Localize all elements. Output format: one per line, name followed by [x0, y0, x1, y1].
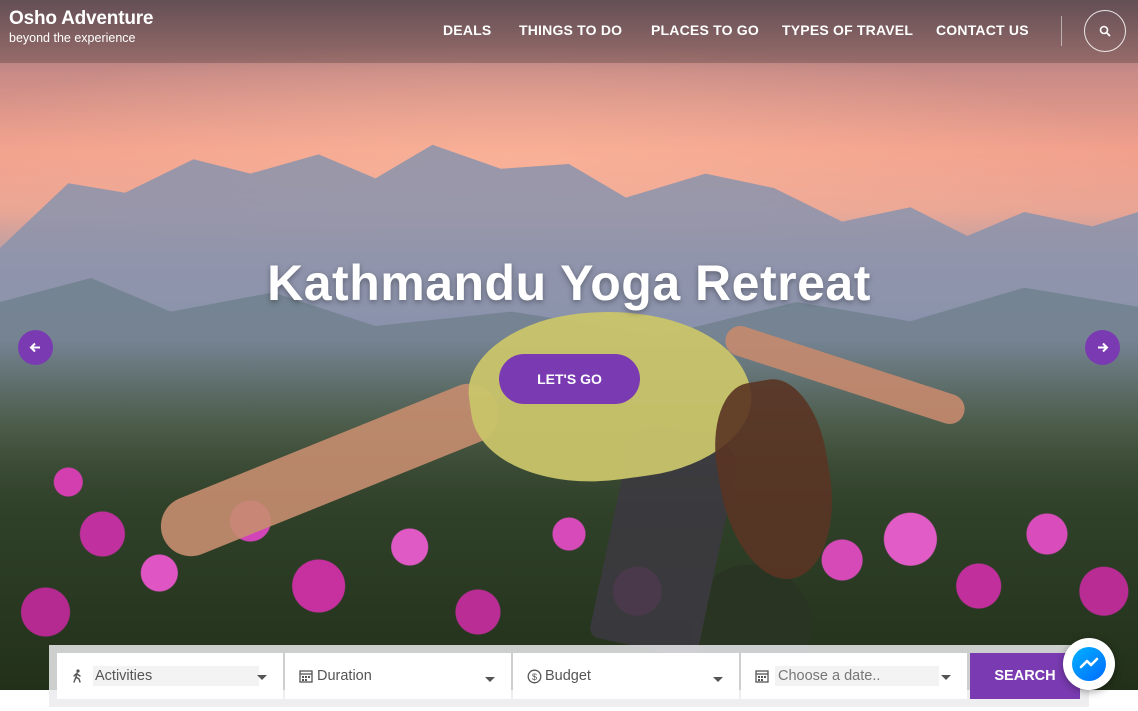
brand-logo[interactable]: Osho Adventure beyond the experience	[9, 8, 153, 45]
messenger-icon	[1079, 657, 1099, 669]
site-header: Osho Adventure beyond the experience DEA…	[0, 0, 1138, 63]
nav-item-deals[interactable]: DEALS	[443, 22, 491, 38]
chevron-down-icon	[485, 677, 495, 682]
date-placeholder: Choose a date..	[778, 668, 881, 684]
svg-text:$: $	[532, 672, 537, 682]
dollar-circle-icon: $	[527, 669, 542, 684]
lets-go-button[interactable]: LET'S GO	[499, 354, 640, 404]
calendar-icon	[299, 670, 313, 683]
slider-prev-button[interactable]	[18, 330, 53, 365]
chevron-down-icon	[257, 675, 267, 680]
brand-name: Osho Adventure	[9, 8, 154, 29]
search-icon	[1099, 25, 1111, 37]
nav-item-things-to-do[interactable]: THINGS TO DO	[519, 22, 622, 38]
duration-select[interactable]: Duration	[285, 653, 511, 699]
nav-item-types-of-travel[interactable]: TYPES OF TRAVEL	[782, 22, 913, 38]
hero-title: Kathmandu Yoga Retreat	[267, 255, 871, 311]
brand-tagline: beyond the experience	[9, 31, 136, 45]
nav-divider	[1061, 16, 1062, 46]
messenger-chat-button[interactable]	[1063, 638, 1115, 690]
activities-label: Activities	[95, 668, 153, 684]
budget-select[interactable]: $ Budget	[513, 653, 739, 699]
hiking-icon	[73, 669, 81, 683]
activities-select[interactable]: Activities	[57, 653, 283, 699]
arrow-left-icon	[29, 342, 40, 353]
nav-item-contact-us[interactable]: CONTACT US	[936, 22, 1029, 38]
budget-label: Budget	[545, 668, 591, 684]
trip-search-bar: Activities Duration $ Budget Choose a da…	[49, 645, 1089, 707]
hero-background-image	[0, 0, 1138, 690]
header-search-button[interactable]	[1084, 10, 1126, 52]
date-picker[interactable]: Choose a date..	[741, 653, 967, 699]
slider-next-button[interactable]	[1085, 330, 1120, 365]
nav-item-places-to-go[interactable]: PLACES TO GO	[651, 22, 759, 38]
chevron-down-icon	[713, 677, 723, 682]
calendar-icon	[755, 670, 769, 683]
duration-label: Duration	[317, 668, 372, 684]
chevron-down-icon	[941, 675, 951, 680]
arrow-right-icon	[1098, 342, 1109, 353]
